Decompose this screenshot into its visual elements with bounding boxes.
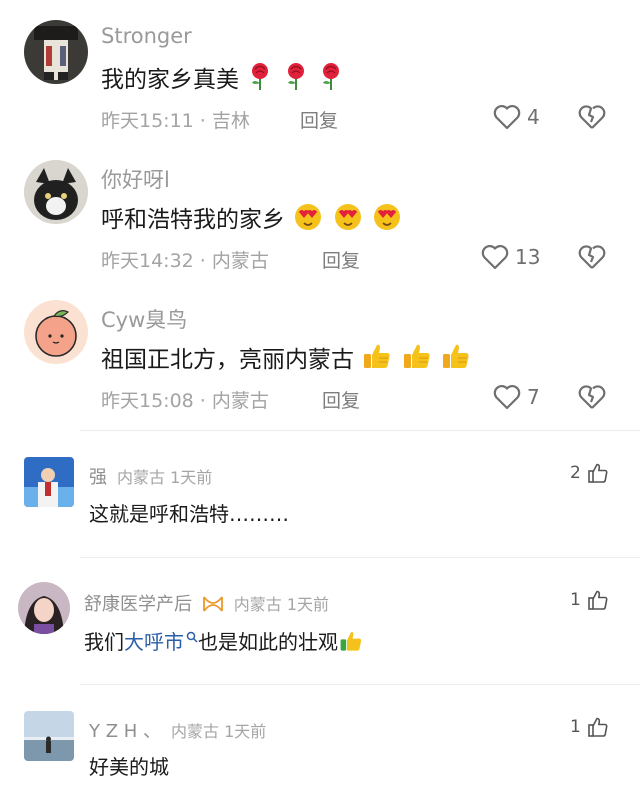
username[interactable]: Y Z H 、 [89, 721, 161, 742]
thumbs-up-icon [440, 341, 472, 377]
comment-item: Stronger 我的家乡真美 昨天15:11 · 吉林 回复 4 [0, 0, 640, 140]
comment-text: 这就是呼和浩特……… [89, 502, 289, 526]
dislike-button[interactable] [578, 384, 606, 414]
heart-eyes-icon [292, 201, 324, 237]
broken-heart-icon [578, 105, 606, 129]
username[interactable]: 强 [89, 467, 107, 488]
heart-outline-icon [493, 105, 521, 130]
avatar[interactable] [18, 582, 70, 634]
thumbs-up-icon [361, 341, 393, 377]
like-button[interactable]: 4 [493, 104, 540, 130]
comment-meta: 昨天15:08 · 内蒙古 [101, 386, 269, 413]
rose-icon [282, 61, 310, 97]
comment-text-content: 也是如此的壮观 [198, 630, 338, 654]
like-count: 4 [527, 105, 540, 129]
thumbs-up-icon [401, 341, 433, 377]
avatar[interactable] [24, 711, 74, 761]
comment-text: 呼和浩特我的家乡 [101, 200, 403, 237]
like-button[interactable]: 1 [570, 589, 609, 611]
username-row: 舒康医学产后 内蒙古 1天前 [84, 590, 329, 618]
username[interactable]: 你好呀l [101, 164, 170, 194]
comment-item: Cyw臭鸟 祖国正北方，亮丽内蒙古 昨天15:08 · 内蒙古 回复 7 [0, 280, 640, 430]
comment-meta: 内蒙古 1天前 [117, 468, 213, 487]
comment-location: 内蒙古 [211, 250, 269, 272]
broken-heart-icon [578, 385, 606, 409]
rose-icon [246, 61, 274, 97]
comment-item: 舒康医学产后 内蒙古 1天前 我们大呼市 也是如此的壮观 1 [0, 558, 640, 684]
heart-outline-icon [481, 245, 509, 270]
like-button[interactable]: 7 [493, 384, 540, 410]
comment-meta: 内蒙古 1天前 [171, 722, 267, 741]
rose-icon [317, 61, 345, 97]
like-button[interactable]: 2 [570, 462, 609, 484]
username[interactable]: Cyw臭鸟 [101, 304, 187, 334]
like-button[interactable]: 1 [570, 716, 609, 738]
comment-time: 昨天15:11 [101, 110, 194, 132]
meta-separator: · [193, 110, 212, 132]
like-count: 13 [515, 245, 541, 269]
reply-button[interactable]: 回复 [300, 106, 338, 133]
avatar[interactable] [24, 300, 88, 364]
avatar[interactable] [24, 160, 88, 224]
comment-location: 吉林 [211, 110, 250, 132]
comment-item: 强内蒙古 1天前 这就是呼和浩特……… 2 [0, 431, 640, 557]
username-row: Y Z H 、内蒙古 1天前 [89, 717, 266, 743]
thumbs-up-outline-icon [588, 463, 608, 483]
search-link-text: 大呼市 [124, 630, 184, 654]
like-count: 7 [527, 385, 540, 409]
meta-separator: · [193, 390, 212, 412]
meta-separator: · [193, 250, 212, 272]
comment-item: Y Z H 、内蒙古 1天前 好美的城 1 [0, 685, 640, 798]
avatar[interactable] [24, 457, 74, 507]
ribbon-badge-icon [202, 595, 224, 618]
comment-text-content: 祖国正北方，亮丽内蒙古 [101, 347, 354, 373]
reply-button[interactable]: 回复 [322, 386, 360, 413]
like-count: 1 [570, 590, 581, 610]
comment-meta: 内蒙古 1天前 [233, 595, 330, 614]
comment-location: 内蒙古 [211, 390, 269, 412]
username[interactable]: 舒康医学产后 [84, 594, 192, 615]
heart-eyes-icon [332, 201, 364, 237]
avatar[interactable] [24, 20, 88, 84]
thumbs-up-outline-icon [588, 590, 608, 610]
thumbs-up-icon [338, 629, 364, 658]
comment-time: 昨天14:32 [101, 250, 194, 272]
broken-heart-icon [578, 245, 606, 269]
comment-item: 你好呀l 呼和浩特我的家乡 昨天14:32 · 内蒙古 回复 13 [0, 140, 640, 280]
like-count: 2 [570, 463, 581, 483]
comment-text: 我的家乡真美 [101, 60, 345, 97]
comment-text: 好美的城 [89, 755, 169, 779]
like-button[interactable]: 13 [481, 244, 540, 270]
comment-text: 祖国正北方，亮丽内蒙古 [101, 340, 472, 377]
dislike-button[interactable] [578, 244, 606, 274]
reply-button[interactable]: 回复 [322, 246, 360, 273]
username-row: 强内蒙古 1天前 [89, 463, 212, 489]
comment-meta: 昨天14:32 · 内蒙古 [101, 246, 269, 273]
comment-text: 我们大呼市 也是如此的壮观 [84, 624, 364, 658]
comment-meta: 昨天15:11 · 吉林 [101, 106, 250, 133]
dislike-button[interactable] [578, 104, 606, 134]
heart-eyes-icon [371, 201, 403, 237]
comment-text-content: 我们 [84, 630, 124, 654]
comment-text-content: 呼和浩特我的家乡 [101, 207, 285, 233]
search-link[interactable]: 大呼市 [124, 630, 198, 654]
thumbs-up-outline-icon [588, 717, 608, 737]
username[interactable]: Stronger [101, 24, 192, 48]
comment-text-content: 我的家乡真美 [101, 67, 239, 93]
comment-time: 昨天15:08 [101, 390, 194, 412]
heart-outline-icon [493, 385, 521, 410]
like-count: 1 [570, 717, 581, 737]
search-icon [186, 624, 198, 648]
